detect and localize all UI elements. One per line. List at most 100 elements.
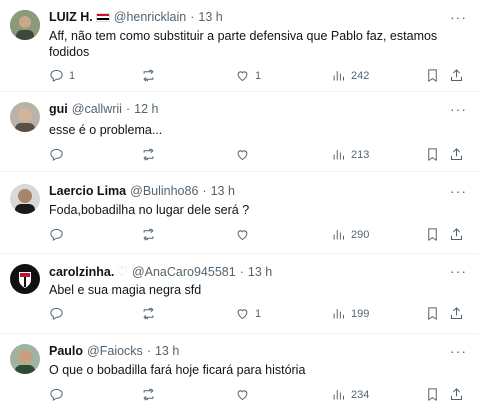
heart-icon <box>237 150 248 161</box>
timestamp[interactable]: 12 h <box>134 102 158 116</box>
tweet-text: Abel e sua magia negra sfd <box>49 283 202 297</box>
reply-icon <box>50 149 63 162</box>
timestamp[interactable]: 13 h <box>198 10 222 24</box>
retweet-button[interactable] <box>141 306 161 321</box>
retweet-button[interactable] <box>141 147 161 162</box>
timestamp[interactable]: 13 h <box>248 265 272 279</box>
more-options-icon[interactable]: ··· <box>450 101 467 117</box>
more-options-icon[interactable]: ··· <box>450 263 467 279</box>
avatar[interactable] <box>10 264 40 294</box>
separator-dot: · <box>239 265 244 279</box>
like-button[interactable] <box>235 147 255 162</box>
reply-button[interactable]: 1 <box>49 68 75 83</box>
like-count: 1 <box>255 69 262 82</box>
reply-button[interactable] <box>49 147 69 162</box>
separator-dot: · <box>146 344 151 358</box>
like-button[interactable] <box>235 387 255 402</box>
retweet-button[interactable] <box>141 387 161 402</box>
author-name[interactable]: carolzinha. <box>49 265 114 279</box>
tweet-text: esse é o problema... <box>49 123 163 137</box>
bookmark-button[interactable] <box>425 387 440 402</box>
views-button[interactable]: 199 <box>331 306 369 321</box>
action-bar: 234 <box>49 387 469 403</box>
share-button[interactable] <box>449 306 464 321</box>
analytics-icon <box>333 390 344 400</box>
bookmark-icon <box>428 307 437 321</box>
author-name[interactable]: gui <box>49 102 68 116</box>
more-options-icon[interactable]: ··· <box>450 183 467 199</box>
analytics-icon <box>333 71 344 81</box>
egypt-flag-icon <box>95 12 110 22</box>
view-count: 234 <box>351 388 370 401</box>
author-handle[interactable]: @Faiocks <box>87 344 143 358</box>
view-count: 199 <box>351 307 370 320</box>
author-name[interactable]: LUIZ H. <box>49 10 93 24</box>
tweet-text: Foda,bobadilha no lugar dele será ? <box>49 203 250 217</box>
avatar[interactable] <box>10 344 40 374</box>
timestamp[interactable]: 13 h <box>155 344 179 358</box>
more-options-icon[interactable]: ··· <box>450 343 467 359</box>
share-icon <box>451 148 462 160</box>
separator-dot: · <box>125 102 131 116</box>
action-bar: 290 <box>49 227 469 243</box>
avatar[interactable] <box>10 10 40 40</box>
bookmark-button[interactable] <box>425 227 440 242</box>
retweet-icon <box>143 228 154 241</box>
white-heart-icon: ♡ <box>116 264 128 279</box>
share-button[interactable] <box>449 387 464 402</box>
share-button[interactable] <box>449 68 464 83</box>
view-count: 213 <box>351 148 370 161</box>
heart-icon <box>237 309 248 320</box>
share-icon <box>451 388 462 400</box>
reply-icon <box>50 389 63 402</box>
timestamp[interactable]: 13 h <box>211 184 235 198</box>
action-bar: 1 199 <box>49 306 469 322</box>
more-options-icon[interactable]: ··· <box>450 9 467 25</box>
tweet-luiz[interactable]: LUIZ H. @henricklain · 13 h ··· Aff, não… <box>0 0 479 92</box>
share-icon <box>451 69 462 81</box>
author-name[interactable]: Paulo <box>49 344 83 358</box>
author-handle[interactable]: @callwrii <box>72 102 122 116</box>
bookmark-icon <box>428 228 437 242</box>
views-button[interactable]: 290 <box>331 227 369 242</box>
reply-icon <box>50 229 63 242</box>
views-button[interactable]: 242 <box>331 68 369 83</box>
like-button[interactable]: 1 <box>235 68 261 83</box>
share-icon <box>451 228 462 240</box>
tweet-paulo[interactable]: Paulo @Faiocks · 13 h ··· O que o bobadi… <box>0 334 479 416</box>
reply-button[interactable] <box>49 306 69 321</box>
views-button[interactable]: 213 <box>331 147 369 162</box>
reply-button[interactable] <box>49 227 69 242</box>
like-button[interactable] <box>235 227 255 242</box>
bookmark-button[interactable] <box>425 68 440 83</box>
bookmark-button[interactable] <box>425 306 440 321</box>
avatar[interactable] <box>10 184 40 214</box>
views-button[interactable]: 234 <box>331 387 369 402</box>
separator-dot: · <box>202 184 207 198</box>
action-bar: 1 1 242 <box>49 68 469 84</box>
tweet-laercio[interactable]: Laercio Lima @Bulinho86 · 13 h ··· Foda,… <box>0 172 479 254</box>
bookmark-icon <box>428 148 437 162</box>
share-button[interactable] <box>449 147 464 162</box>
tweet-text: Aff, não tem como substituir a parte def… <box>49 29 438 59</box>
reply-button[interactable] <box>49 387 69 402</box>
author-handle[interactable]: @Bulinho86 <box>130 184 198 198</box>
author-handle[interactable]: @henricklain <box>114 10 186 24</box>
share-button[interactable] <box>449 227 464 242</box>
like-button[interactable]: 1 <box>235 306 261 321</box>
retweet-icon <box>143 388 154 401</box>
avatar[interactable] <box>10 102 40 132</box>
bookmark-icon <box>428 388 437 402</box>
separator-dot: · <box>190 10 195 24</box>
retweet-button[interactable] <box>141 227 161 242</box>
retweet-button[interactable] <box>141 68 161 83</box>
like-count: 1 <box>255 307 262 320</box>
tweet-gui[interactable]: gui @callwrii · 12 h ··· esse é o proble… <box>0 92 479 172</box>
bookmark-button[interactable] <box>425 147 440 162</box>
tweet-carolzinha[interactable]: carolzinha. ♡ @AnaCaro945581 · 13 h ··· … <box>0 254 479 334</box>
reply-feed: LUIZ H. @henricklain · 13 h ··· Aff, não… <box>0 0 479 416</box>
author-name[interactable]: Laercio Lima <box>49 184 126 198</box>
heart-icon <box>237 71 248 82</box>
author-handle[interactable]: @AnaCaro945581 <box>132 265 236 279</box>
reply-icon <box>50 308 63 321</box>
